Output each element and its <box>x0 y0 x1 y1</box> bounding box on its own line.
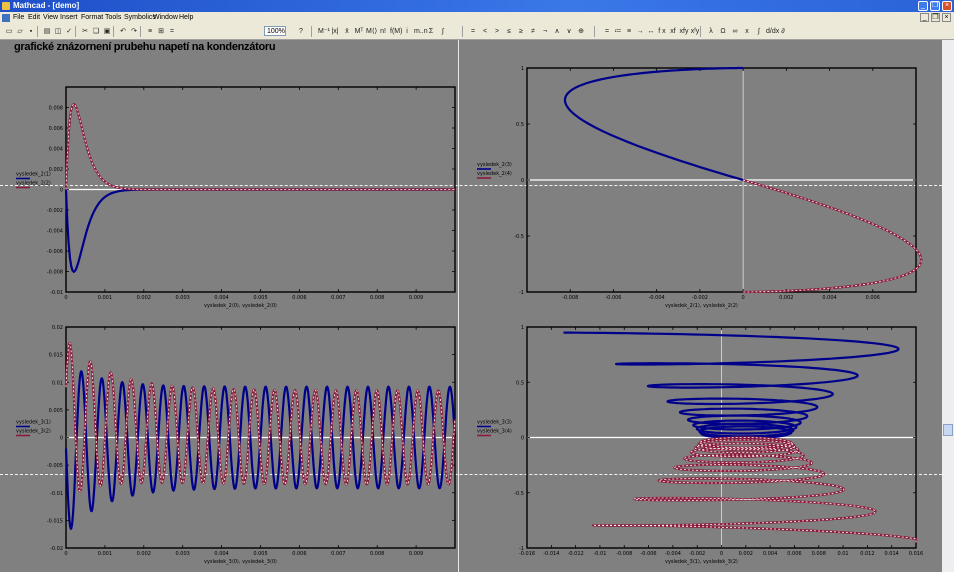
chart-bottom-left-ytick-label: -0.005 <box>47 463 63 469</box>
chart-top-left-series-1-dash <box>65 103 455 190</box>
chart-top-right-legend-label: vysledek_2⟨3⟩ <box>477 162 512 168</box>
chart-bottom-right-ytick-label: 1 <box>521 325 524 331</box>
chart-bottom-left-ytick-label: 0.01 <box>52 380 63 386</box>
chart-top-right-ytick-label: 0.5 <box>516 122 524 128</box>
scrollbar-thumb[interactable] <box>943 424 953 436</box>
chart-top-right-ytick-label: -0.5 <box>514 234 524 240</box>
chart-bottom-right-xtick-label: 0.01 <box>837 551 848 557</box>
chart-bottom-left-ytick-label: -0.02 <box>50 546 63 552</box>
chart-top-left-xlabel: vysledek_2⟨0⟩, vysledek_2⟨0⟩ <box>204 303 277 309</box>
chart-top-left-legend-label: vysledek_2⟨1⟩ <box>16 172 51 178</box>
chart-top-left-ytick-label: 0.006 <box>49 126 63 132</box>
chart-top-left-ytick-label: -0.01 <box>50 290 63 296</box>
chart-top-right-xtick-label: 0.004 <box>822 295 836 301</box>
chart-top-left-xtick-label: 0.005 <box>253 295 267 301</box>
chart-top-left-ytick-label: 0.008 <box>49 106 63 112</box>
chart-top-right-ytick-label: 0 <box>521 178 524 184</box>
chart-bottom-right-series-1-line <box>592 436 918 543</box>
chart-bottom-left-xtick-label: 0.003 <box>176 551 190 557</box>
chart-top-left-xtick-label: 0.001 <box>98 295 112 301</box>
chart-top-left-xtick-label: 0.007 <box>331 295 345 301</box>
chart-bottom-right-xtick-label: 0.004 <box>763 551 777 557</box>
chart-top-left-xtick-label: 0.003 <box>176 295 190 301</box>
chart-bottom-left-ytick-label: -0.01 <box>50 491 63 497</box>
chart-top-left-xtick-label: 0.009 <box>409 295 423 301</box>
chart-top-right-series-1-dash <box>742 179 922 293</box>
chart-top-left-series-1-line <box>64 103 455 191</box>
chart-top-left-ytick-label: -0.008 <box>47 270 63 276</box>
chart-top-left-ytick-label: -0.002 <box>47 208 63 214</box>
chart-bottom-left-ytick-label: 0.005 <box>49 408 63 414</box>
chart-top-right-xtick-label: -0.004 <box>649 295 665 301</box>
chart-bottom-right-xtick-label: 0.012 <box>860 551 874 557</box>
chart-bottom-left-xtick-label: 0.001 <box>98 551 112 557</box>
chart-bottom-left-ytick-label: 0.015 <box>49 353 63 359</box>
chart-top-right-series-0-line <box>563 66 745 182</box>
chart-bottom-left-xtick-label: 0.009 <box>409 551 423 557</box>
chart-top-left-legend-label: vysledek_2⟨2⟩ <box>16 181 51 187</box>
chart-bottom-right-xtick-label: 0.016 <box>909 551 923 557</box>
chart-bottom-left-legend-label: vysledek_3⟨1⟩ <box>16 420 51 426</box>
chart-bottom-right-series-0-line <box>563 331 900 440</box>
chart-bottom-right-xtick-label: -0.012 <box>568 551 584 557</box>
chart-bottom-right-xtick-label: -0.016 <box>519 551 535 557</box>
chart-bottom-right-legend-label: vysledek_3⟨4⟩ <box>477 429 512 435</box>
chart-bottom-right-xtick-label: -0.004 <box>665 551 681 557</box>
chart-top-right-ytick-label: 1 <box>521 66 524 72</box>
chart-top-left-ytick-label: -0.004 <box>47 229 63 235</box>
chart-bottom-left-ytick-label: -0.015 <box>47 518 63 524</box>
chart-bottom-right-ytick-label: 0.5 <box>516 380 524 386</box>
chart-bottom-right-xtick-label: -0.014 <box>543 551 559 557</box>
vertical-scrollbar[interactable] <box>942 40 954 572</box>
chart-bottom-right-xtick-label: 0.008 <box>812 551 826 557</box>
chart-top-right-xtick-label: -0.002 <box>692 295 708 301</box>
chart-top-right-ytick-label: -1 <box>519 290 524 296</box>
chart-bottom-right-xtick-label: 0.006 <box>787 551 801 557</box>
chart-top-left-xtick-label: 0 <box>64 295 67 301</box>
chart-top-right-legend-label: vysledek_2⟨4⟩ <box>477 171 512 177</box>
chart-top-left-xtick-label: 0.006 <box>292 295 306 301</box>
chart-bottom-left-xtick-label: 0.002 <box>137 551 151 557</box>
chart-top-left-ytick-label: -0.006 <box>47 249 63 255</box>
chart-bottom-right-xtick-label: -0.008 <box>616 551 632 557</box>
chart-bottom-right-ytick-label: 0 <box>521 436 524 442</box>
chart-top-right-xlabel: vysledek_2⟨1⟩, vysledek_2⟨2⟩ <box>665 303 738 309</box>
chart-top-left-xtick-label: 0.002 <box>137 295 151 301</box>
chart-bottom-right-xlabel: vysledek_3⟨1⟩, vysledek_3⟨2⟩ <box>665 559 738 565</box>
chart-top-left-xtick-label: 0.008 <box>370 295 384 301</box>
chart-bottom-left-xtick-label: 0.007 <box>331 551 345 557</box>
chart-bottom-right-xtick-label: -0.002 <box>689 551 705 557</box>
chart-top-right-xtick-label: -0.006 <box>605 295 621 301</box>
plots-canvas: 0.008 0.006 0.004 0.002 0 -0.002 -0.004 -0.006 -… <box>16 66 923 565</box>
chart-top-left-xtick-label: 0.004 <box>214 295 228 301</box>
chart-top-left-ytick-label: 0.004 <box>49 147 63 153</box>
chart-bottom-left-xtick-label: 0 <box>64 551 67 557</box>
chart-bottom-left-ytick-label: 0.02 <box>52 325 63 331</box>
chart-bottom-left-xtick-label: 0.006 <box>292 551 306 557</box>
chart-bottom-left-ytick-label: 0 <box>60 436 63 442</box>
chart-bottom-right-ytick-label: -0.5 <box>514 491 524 497</box>
chart-bottom-left-xtick-label: 0.004 <box>214 551 228 557</box>
chart-bottom-right-xtick-label: -0.006 <box>641 551 657 557</box>
chart-bottom-right-legend-label: vysledek_3⟨3⟩ <box>477 420 512 426</box>
chart-top-right-xtick-label: 0.006 <box>866 295 880 301</box>
chart-top-left-series-0-line <box>64 188 455 273</box>
chart-bottom-right-xtick-label: 0.002 <box>739 551 753 557</box>
chart-top-left-ytick-label: 0 <box>60 188 63 194</box>
chart-top-right-xtick-label: 0.002 <box>779 295 793 301</box>
chart-bottom-left-xtick-label: 0.008 <box>370 551 384 557</box>
chart-bottom-left-xtick-label: 0.005 <box>253 551 267 557</box>
chart-bottom-right-xtick-label: 0.014 <box>885 551 899 557</box>
chart-bottom-left-xlabel: vysledek_3⟨0⟩, vysledek_3⟨0⟩ <box>204 559 277 565</box>
close-button[interactable]: × <box>942 1 952 11</box>
chart-bottom-right-xtick-label: -0.01 <box>593 551 606 557</box>
chart-bottom-right-xtick-label: 0 <box>720 551 723 557</box>
chart-bottom-left-legend-label: vysledek_3⟨2⟩ <box>16 429 51 435</box>
chart-top-right-series-1-line <box>742 178 923 294</box>
doc-close-button[interactable]: × <box>942 13 951 22</box>
chart-top-right-xtick-label: -0.008 <box>562 295 578 301</box>
chart-top-right-xtick-label: 0 <box>742 295 745 301</box>
